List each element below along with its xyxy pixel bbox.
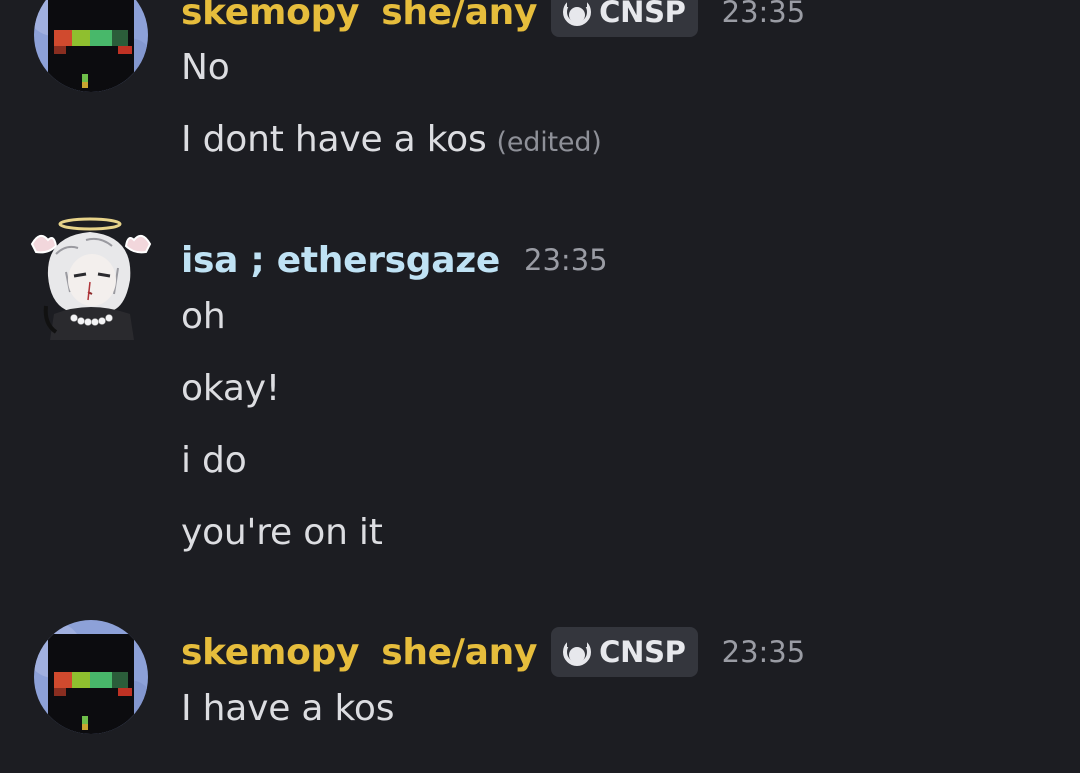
message-line: No [181,47,230,88]
pronouns: she/any [381,0,538,33]
message-line-edited: I dont have a kos (edited) [181,119,602,160]
message-text: I dont have a kos [181,119,487,160]
message-line: i do [181,440,247,481]
timestamp[interactable]: 23:35 [524,243,608,277]
username[interactable]: isa ; ethersgaze [181,240,500,281]
username[interactable]: skemopy [181,632,360,673]
crescent-ring-icon [561,636,593,668]
avatar-skemopy[interactable] [34,0,148,92]
crescent-ring-icon [561,0,593,28]
message-header: isa ; ethersgaze 23:35 [181,232,608,288]
message-header: skemopy she/any CNSP 23:35 [181,0,805,40]
message-line: you're on it [181,512,383,553]
server-tag-text: CNSP [599,635,686,669]
server-tag-badge[interactable]: CNSP [551,627,698,677]
edited-label: (edited) [496,127,602,158]
server-tag-text: CNSP [599,0,686,29]
avatar-skemopy[interactable] [34,620,148,734]
message-header: skemopy she/any CNSP 23:35 [181,624,805,680]
pronouns: she/any [381,631,538,673]
message-line: oh [181,296,226,337]
avatar-isa[interactable] [26,214,156,340]
message-line: I have a kos [181,688,395,729]
timestamp[interactable]: 23:35 [722,635,806,669]
message-line: okay! [181,368,281,409]
username[interactable]: skemopy [181,0,360,33]
timestamp[interactable]: 23:35 [722,0,806,29]
server-tag-badge[interactable]: CNSP [551,0,698,37]
